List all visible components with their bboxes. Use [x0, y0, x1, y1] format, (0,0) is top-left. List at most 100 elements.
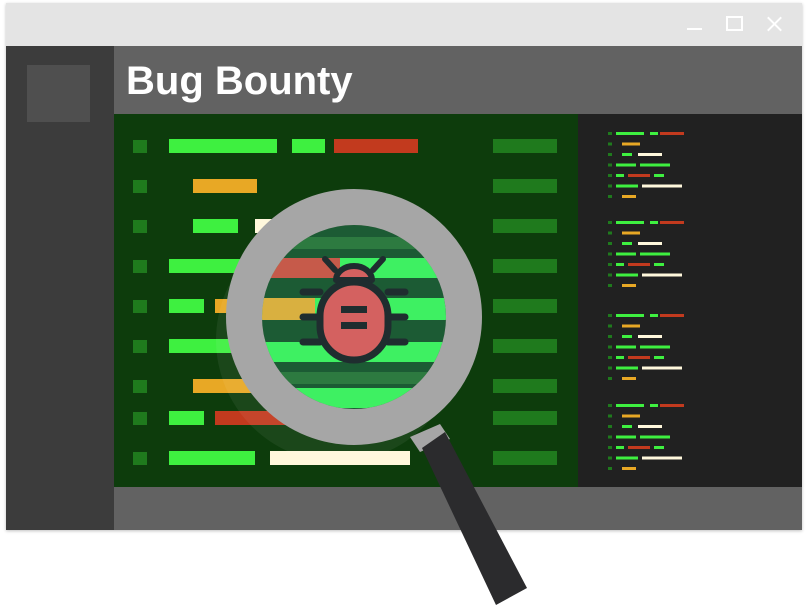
minimap-token	[608, 195, 612, 198]
minimap-token	[616, 174, 624, 177]
code-token	[169, 411, 204, 425]
code-token	[493, 379, 557, 393]
minimap-token	[650, 221, 658, 224]
minimap-token	[622, 377, 636, 380]
minimap-token	[638, 153, 662, 156]
minimap-token	[622, 231, 640, 235]
minimap-token	[608, 163, 612, 167]
minimap-token	[616, 273, 638, 277]
minimap-token	[608, 467, 612, 470]
minimap-token	[608, 324, 612, 328]
line-marker	[133, 180, 147, 193]
minimap-token	[628, 263, 650, 266]
minimap-token	[622, 153, 632, 156]
line-marker	[133, 412, 147, 425]
line-marker	[133, 380, 147, 393]
minimap-token	[660, 404, 684, 407]
code-token	[493, 339, 557, 353]
minimap-token	[616, 163, 636, 167]
minimap-token	[622, 284, 636, 287]
minimap-token	[616, 404, 644, 407]
minimap-lines	[608, 132, 684, 470]
minimap-token	[608, 174, 612, 177]
code-token	[493, 411, 557, 425]
line-marker	[133, 220, 147, 233]
minimap-token	[650, 404, 658, 407]
code-token	[493, 179, 557, 193]
minimap-token	[608, 273, 612, 277]
minimap-token	[608, 252, 612, 256]
minimap-token	[654, 356, 664, 359]
minimap-token	[608, 414, 612, 418]
code-token	[292, 139, 325, 153]
minimap-token	[616, 132, 644, 135]
minimap-token	[616, 456, 638, 460]
minimap-token	[608, 231, 612, 235]
minimap-token	[628, 356, 650, 359]
minimap-token	[608, 242, 612, 245]
minimap-token	[628, 446, 650, 449]
minimap-token	[608, 366, 612, 370]
code-token	[493, 451, 557, 465]
minimap-token	[622, 195, 636, 198]
minimap-token	[640, 435, 670, 439]
line-marker	[133, 300, 147, 313]
minimap-token	[642, 184, 682, 188]
minimap-token	[650, 132, 658, 135]
minimap-token	[608, 377, 612, 380]
minimap-token	[622, 324, 640, 328]
code-token	[493, 259, 557, 273]
minimap-token	[660, 132, 684, 135]
minimap-token	[642, 456, 682, 460]
minimap-token	[622, 242, 632, 245]
minimap-token	[640, 345, 670, 349]
minimap-token	[654, 263, 664, 266]
minimap-token	[608, 456, 612, 460]
minimap-token	[608, 314, 612, 317]
minimap-token	[608, 335, 612, 338]
minimap-token	[616, 263, 624, 266]
minimap-token	[608, 142, 612, 146]
minimap-token	[608, 221, 612, 224]
minimap-token	[608, 356, 612, 359]
code-token	[493, 299, 557, 313]
minimap-token	[616, 184, 638, 188]
minimap-token	[640, 163, 670, 167]
line-marker	[133, 260, 147, 273]
illustration-layer	[133, 132, 684, 605]
minimap-token	[608, 435, 612, 439]
minimap-token	[660, 221, 684, 224]
minimap-token	[608, 446, 612, 449]
minimap-token	[616, 345, 636, 349]
minimap-token	[642, 366, 682, 370]
minimap-token	[622, 142, 640, 146]
code-token	[169, 299, 204, 313]
minimap-token	[608, 153, 612, 156]
code-token	[169, 139, 277, 153]
code-token	[193, 219, 238, 233]
minimap-token	[616, 252, 636, 256]
minimap-token	[616, 366, 638, 370]
code-token	[169, 451, 255, 465]
minimap-token	[608, 263, 612, 266]
minimap-token	[622, 414, 640, 418]
minimap-token	[608, 345, 612, 349]
minimap-token	[616, 221, 644, 224]
minimap-token	[622, 467, 636, 470]
code-token	[493, 139, 557, 153]
minimap-token	[608, 132, 612, 135]
minimap-token	[640, 252, 670, 256]
minimap-token	[628, 174, 650, 177]
minimap-token	[622, 425, 632, 428]
minimap-token	[608, 184, 612, 188]
minimap-token	[638, 425, 662, 428]
minimap-token	[654, 174, 664, 177]
minimap-token	[616, 314, 644, 317]
minimap-token	[616, 446, 624, 449]
minimap-token	[608, 284, 612, 287]
minimap-token	[616, 435, 636, 439]
minimap-token	[622, 335, 632, 338]
code-token	[193, 179, 257, 193]
minimap-token	[642, 273, 682, 277]
minimap-token	[654, 446, 664, 449]
